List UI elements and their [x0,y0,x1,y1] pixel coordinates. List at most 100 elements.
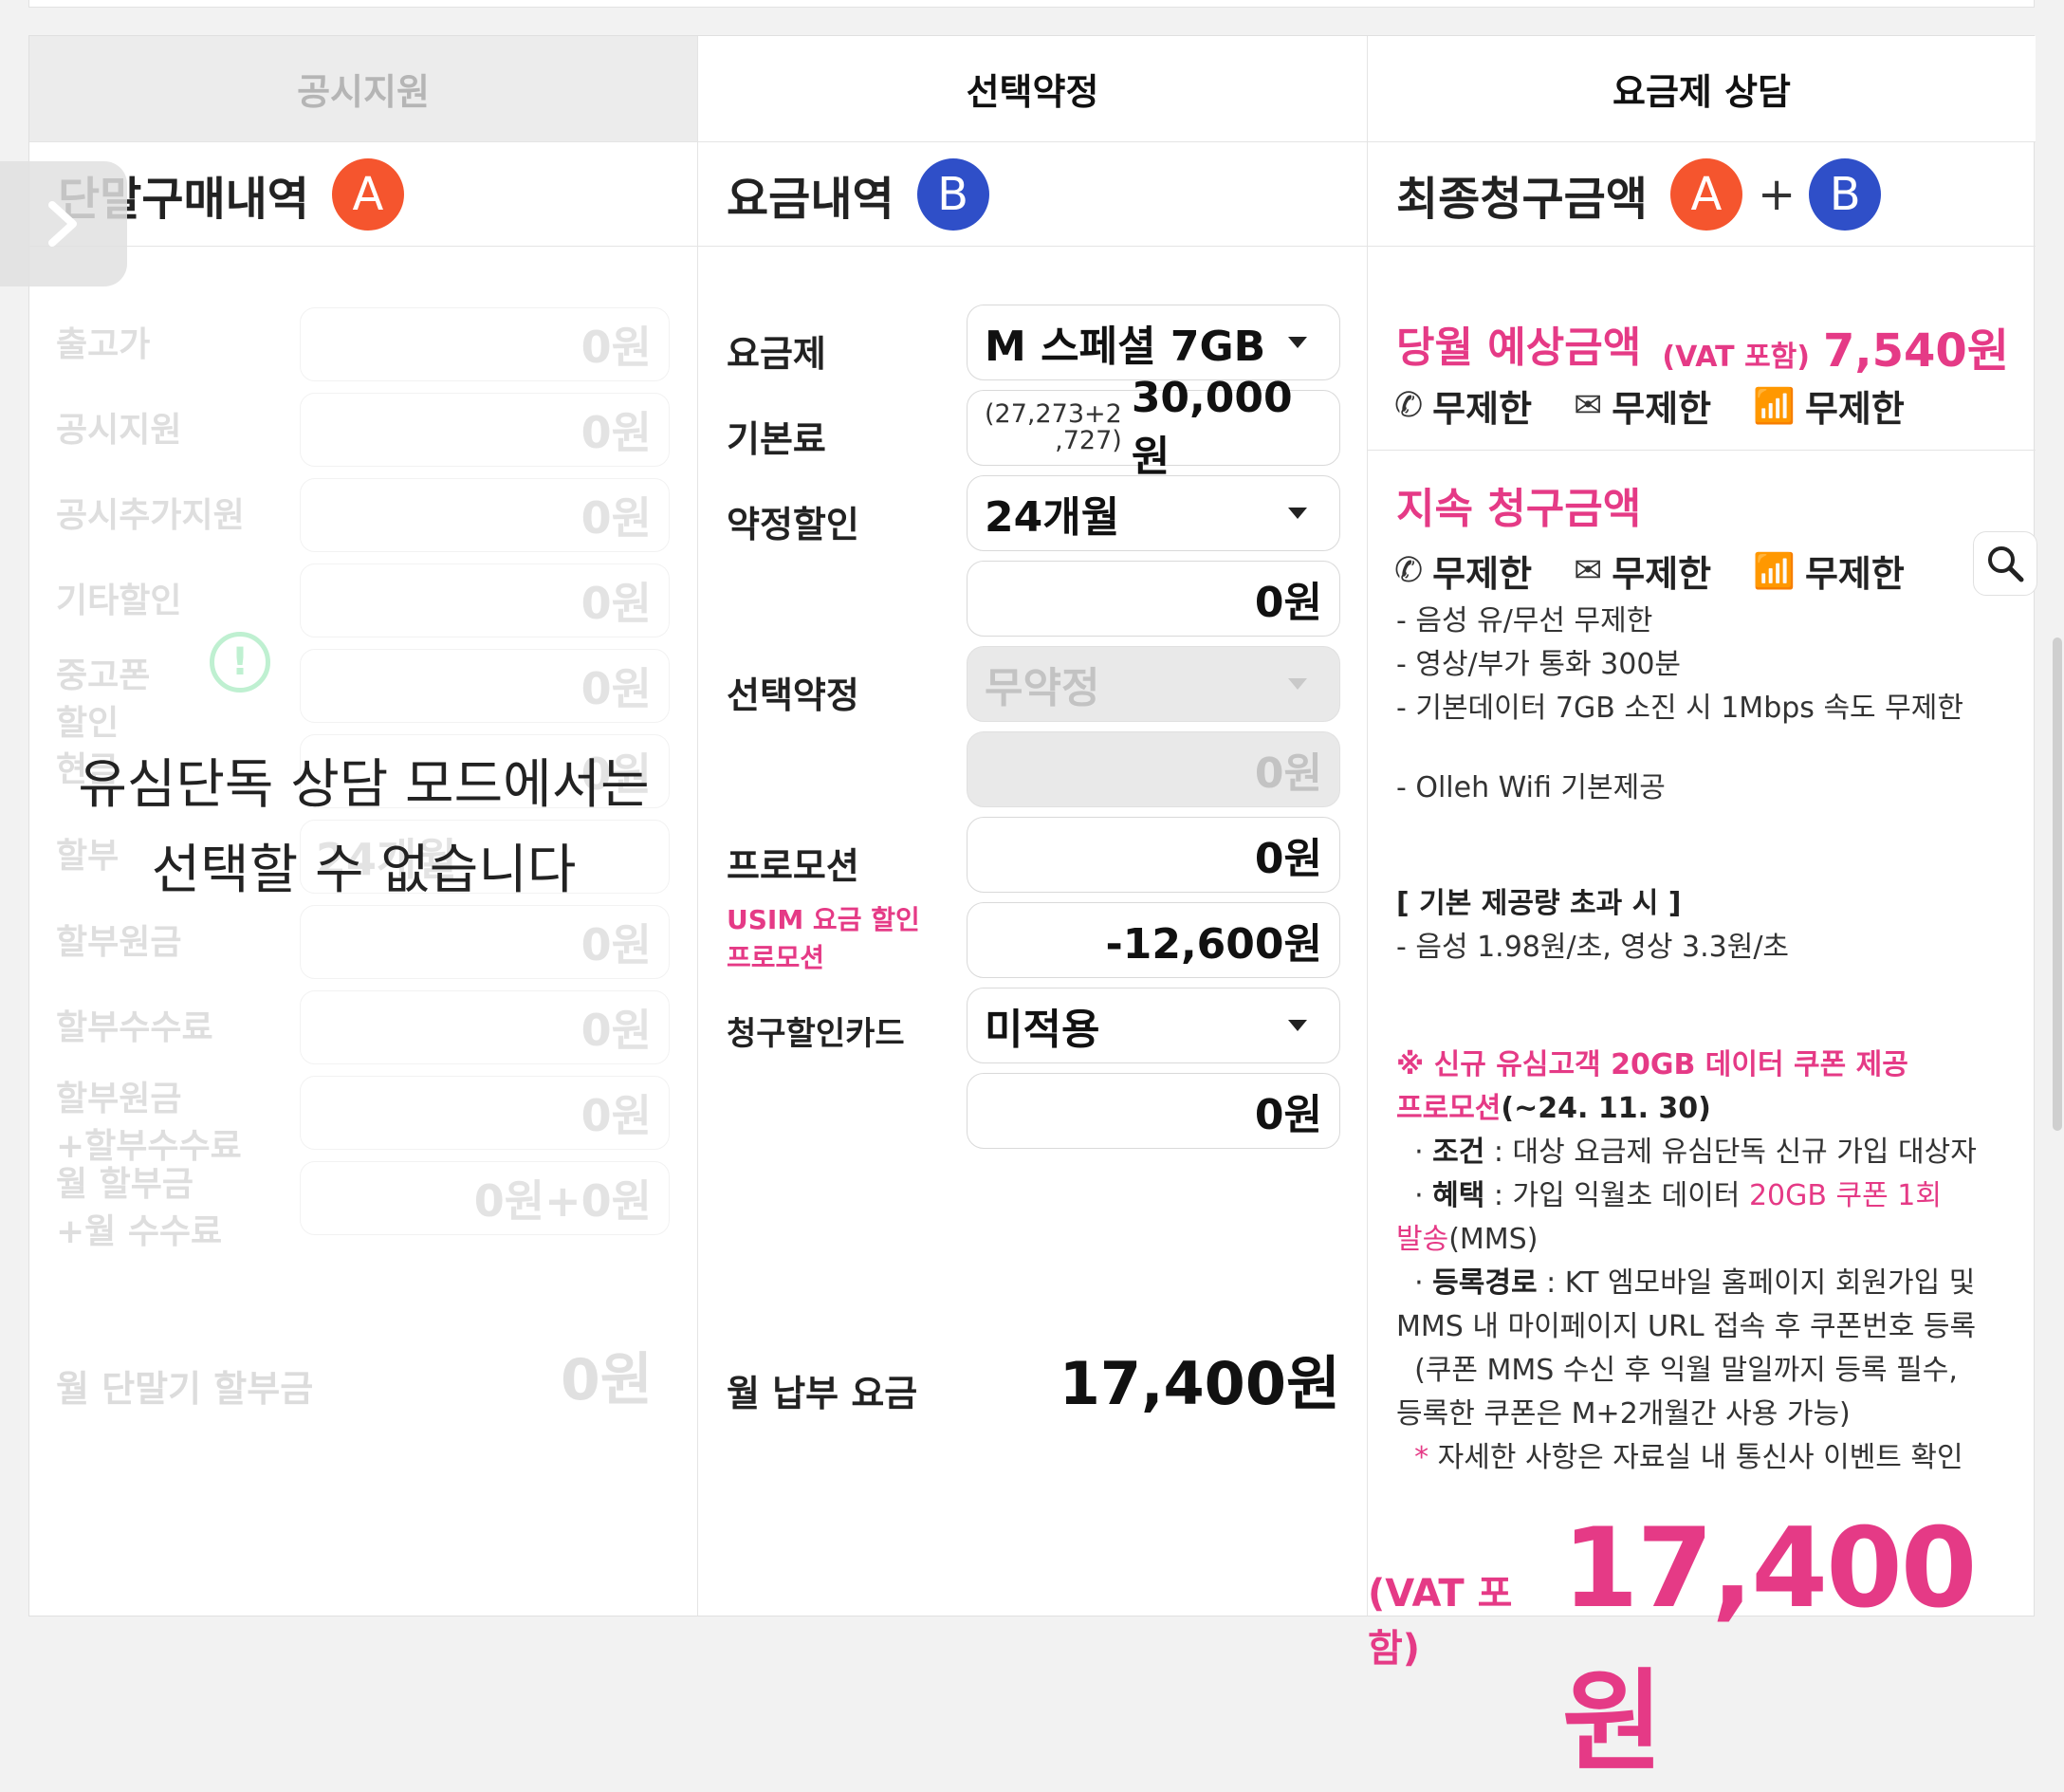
chevron-right-icon [48,201,77,247]
plan-detail-line: - 기본데이터 7GB 소진 시 1Mbps 속도 무제한 [1396,692,1963,725]
selective-contract-label: 선택약정 [727,674,859,716]
promo-route-2: MMS 내 마이페이지 URL 접속 후 쿠폰번호 등록 [1396,1310,1977,1343]
other-discount-field: 0원 [300,563,670,637]
installment-fee-field: 0원 [300,990,670,1064]
sms-allowance: 무제한 [1612,553,1712,595]
promo-benefit-2: 발송(MMS) [1396,1223,1539,1256]
current-month-title: 당월 예상금액 [1396,323,1642,372]
extra-subsidy-field: 0원 [300,478,670,552]
badge-b: B [916,157,989,231]
chevron-down-icon [1288,1020,1307,1031]
mail-icon: ✉ [1574,386,1603,425]
current-month-amount-line: (VAT 포함) 7,540원 [1662,313,2009,379]
usim-discount-amount: -12,600원 [967,902,1340,978]
divider [1368,450,2036,451]
usim-discount-promo-label: USIM 요금 할인 프로모션 [727,904,920,973]
row-label-release-price: 출고가 [56,325,151,364]
info-exclamation-icon[interactable]: ! [210,632,270,693]
sms-allowance: 무제한 [1612,388,1712,430]
installment-principal-field: 0원 [300,905,670,979]
recurring-billing-title: 지속 청구금액 [1396,485,1642,533]
principal-plus-fee-field: 0원 [300,1076,670,1150]
contract-discount-label: 약정할인 [727,504,859,545]
data-chart-icon: 📶 [1753,551,1796,591]
phone-icon: ✆ [1394,386,1424,425]
promo-condition: · 조건 : 대상 요금제 유심단독 신규 가입 대상자 [1396,1136,1977,1169]
contract-discount-amount: 0원 [967,561,1340,637]
base-fee-breakdown: (27,273+2 ,727) [985,399,1122,455]
plan-select[interactable]: M 스페셜 7GB [967,305,1340,380]
device-purchase-header: 단말구매내역 A [29,142,697,247]
usim-only-disabled-message: 유심단독 상담 모드에서는 선택할 수 없습니다 [78,754,650,901]
monthly-installment-field: 0원+0원 [300,1161,670,1235]
fee-detail-column: 선택약정 요금내역 B 요금제 M 스페셜 7GB 기본료 (27,273+2 … [698,36,1368,1616]
plan-detail-line: - 영상/부가 통화 300분 [1396,648,1682,681]
plan-detail-line: - 음성 유/무선 무제한 [1396,604,1653,637]
final-amount-line: (VAT 포함) 17,400원 [1368,1505,2009,1792]
side-expand-tab[interactable] [0,161,127,286]
phone-icon: ✆ [1394,551,1424,590]
promotion-amount: 0원 [967,817,1340,893]
final-vat-label: (VAT 포함) [1368,1572,1513,1671]
final-billing-column: 요금제 상담 최종청구금액 A + B 당월 예상금액 (VAT 포함) 7,5… [1368,36,2037,1786]
billing-card-select[interactable]: 미적용 [967,988,1340,1063]
row-label-installment-fee: 할부수수료 [56,1008,213,1047]
overage-title: [ 기본 제공량 초과 시 ] [1396,887,1682,920]
voice-allowance: 무제한 [1432,553,1533,595]
row-label-used-phone-discount: 중고폰 할인 [56,656,151,743]
selective-contract-amount: 0원 [967,731,1340,807]
vat-included-label: (VAT 포함) [1662,341,1810,374]
plan-detail-search-button[interactable] [1973,531,2037,596]
search-icon [1988,546,2024,582]
chevron-down-icon [1288,337,1307,348]
promo-route-3: (쿠폰 MMS 수신 후 익월 말일까지 등록 필수, [1396,1354,1958,1387]
promo-note: * 자세한 사항은 자료실 내 통신사 이벤트 확인 [1414,1441,1963,1474]
fee-detail-header: 요금내역 B [698,142,1367,247]
promo-route: · 등록경로 : KT 엠모바일 홈페이지 회원가입 및 [1396,1266,1976,1300]
final-billing-header: 최종청구금액 A + B [1368,142,2036,247]
row-label-installment-principal: 할부원금 [56,923,182,962]
tab-public-subsidy[interactable]: 공시지원 [29,36,697,142]
badge-b: B [1809,157,1882,231]
tab-plan-consult[interactable]: 요금제 상담 [1368,36,2036,142]
chevron-down-icon [1288,678,1307,690]
badge-a: A [331,157,404,231]
current-month-amount: 7,540원 [1823,324,2009,378]
overage-rate: - 음성 1.98원/초, 영상 3.3원/초 [1396,931,1790,964]
fee-calculator-panel: 공시지원 단말구매내역 A 출고가 0원 공시지원 0원 공시추가지원 0원 기… [28,35,2037,1786]
row-label-public-subsidy: 공시지원 [56,411,182,450]
plan-detail-line: - Olleh Wifi 기본제공 [1396,771,1666,804]
monthly-device-installment-value: 0원 [561,1347,653,1413]
contract-period-select[interactable]: 24개월 [967,475,1340,551]
device-purchase-column: 공시지원 단말구매내역 A 출고가 0원 공시지원 0원 공시추가지원 0원 기… [29,36,698,1616]
row-label-principal-plus-fee: 할부원금 +할부수수료 [56,1080,242,1166]
billing-card-label: 청구할인카드 [727,1015,905,1053]
public-subsidy-field: 0원 [300,393,670,467]
selective-contract-value: 무약정 [985,664,1100,712]
plus-sign: + [1757,167,1797,221]
recurring-allowance: ✆ 무제한 ✉ 무제한 📶 무제한 [1394,545,1946,597]
release-price-field: 0원 [300,307,670,381]
tab-selective-contract[interactable]: 선택약정 [698,36,1367,142]
data-chart-icon: 📶 [1753,386,1796,426]
contract-period-value: 24개월 [985,493,1120,542]
base-fee-value: 30,000원 [1131,373,1293,481]
final-amount: 17,400원 [1561,1505,1978,1786]
monthly-device-installment-label: 월 단말기 할부금 [56,1368,314,1410]
promo-benefit: · 혜택 : 가입 익월초 데이터 20GB 쿠폰 1회 [1396,1179,1942,1212]
used-phone-discount-field: 0원 [300,649,670,723]
current-month-allowance: ✆ 무제한 ✉ 무제한 📶 무제한 [1394,379,1946,432]
data-allowance: 무제한 [1804,388,1905,430]
fee-detail-title: 요금내역 [727,172,894,226]
row-label-monthly-installment: 월 할부금 +월 수수료 [56,1165,223,1251]
plan-select-value: M 스페셜 7GB [985,323,1266,371]
voice-allowance: 무제한 [1432,388,1533,430]
monthly-payment-value: 17,400원 [1059,1349,1340,1418]
row-label-other-discount: 기타할인 [56,582,182,620]
selective-contract-select[interactable]: 무약정 [967,646,1340,722]
row-label-extra-subsidy: 공시추가지원 [56,496,245,535]
base-fee-field: (27,273+2 ,727) 30,000원 [967,374,1340,481]
billing-card-amount: 0원 [967,1073,1340,1149]
scrollbar-thumb[interactable] [2053,637,2062,1131]
chevron-down-icon [1288,508,1307,519]
